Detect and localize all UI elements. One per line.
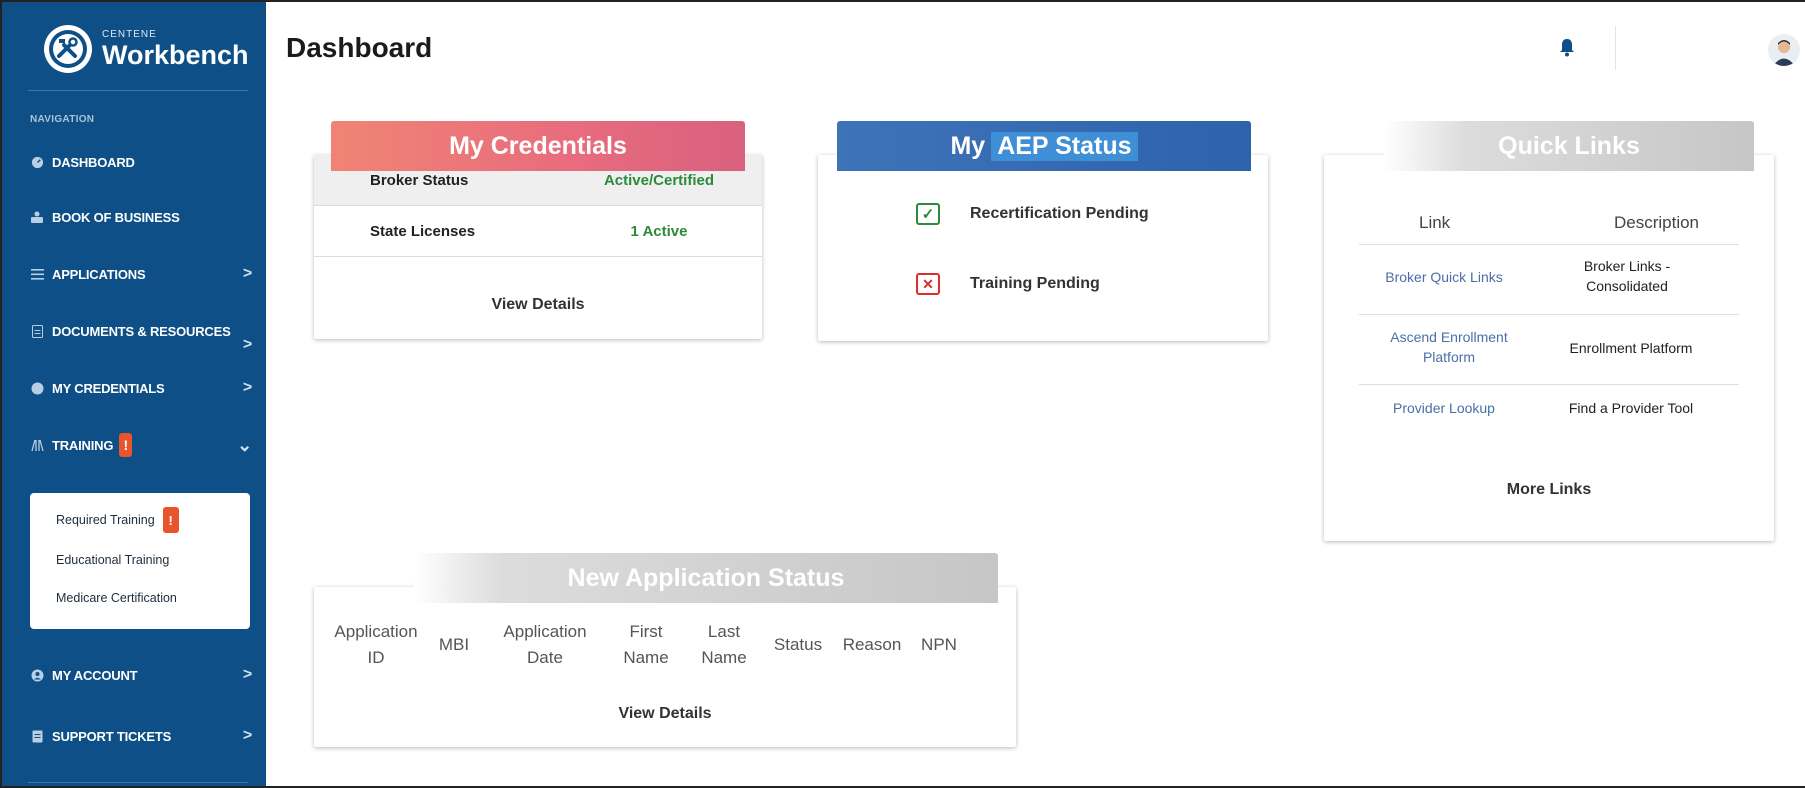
column-header-first-name: First Name	[623, 622, 669, 667]
aep-status-label: Recertification Pending	[970, 205, 1149, 222]
more-links-button[interactable]: More Links	[1324, 481, 1774, 499]
checkbox-checked-icon: ✓	[916, 203, 940, 225]
applications-view-details-button[interactable]: View Details	[314, 705, 1016, 723]
submenu-item-medicare-certification[interactable]: Medicare Certification	[56, 591, 177, 605]
credential-row: State Licenses 1 Active	[314, 206, 762, 256]
submenu-item-required-training[interactable]: Required Training !	[56, 507, 179, 533]
aep-status-item: ✕ Training Pending	[916, 273, 1100, 295]
ticket-icon	[30, 729, 44, 743]
aep-status-item: ✓ Recertification Pending	[916, 203, 1149, 225]
user-circle-icon	[30, 668, 44, 682]
aep-status-label: Training Pending	[970, 275, 1100, 292]
sidebar-item-support-tickets[interactable]: SUPPORT TICKETS >	[30, 721, 252, 751]
sidebar-item-label: MY CREDENTIALS	[52, 380, 165, 396]
column-header-mbi: MBI	[438, 635, 470, 654]
header-divider	[1615, 26, 1616, 70]
sidebar-item-dashboard[interactable]: DASHBOARD	[30, 147, 252, 177]
column-header-link: Link	[1419, 213, 1451, 232]
credentials-card: Broker Status Active/Certified State Lic…	[314, 155, 762, 339]
column-header-status: Status	[773, 635, 823, 654]
sidebar-item-my-credentials[interactable]: MY CREDENTIALS >	[30, 373, 252, 403]
chevron-down-icon: ⌄	[237, 434, 252, 455]
sidebar-item-label: MY ACCOUNT	[52, 667, 138, 683]
sidebar: CENTENE Workbench NAVIGATION DASHBOARD B…	[2, 2, 266, 786]
quick-link-description: Broker Links - Consolidated	[1583, 258, 1671, 294]
workbench-logo-icon	[44, 25, 92, 73]
sidebar-item-book-of-business[interactable]: BOOK OF BUSINESS	[30, 202, 252, 232]
aep-title-highlight: AEP Status	[991, 131, 1138, 161]
chevron-right-icon: >	[242, 727, 252, 744]
list-icon	[30, 267, 44, 281]
avatar[interactable]	[1768, 34, 1800, 66]
brand-company: CENTENE	[102, 28, 157, 40]
sidebar-item-training[interactable]: TRAINING ! ⌄	[30, 430, 252, 460]
divider	[1359, 244, 1739, 245]
submenu-item-label: Educational Training	[56, 553, 170, 567]
alert-badge: !	[119, 433, 133, 457]
aep-status-card-title: My AEP Status	[837, 121, 1251, 171]
alert-badge: !	[162, 507, 179, 533]
quick-link-broker-quick-links[interactable]: Broker Quick Links	[1364, 267, 1524, 287]
quick-links-card-title: Quick Links	[1384, 121, 1754, 171]
badge-icon	[30, 381, 44, 395]
new-application-status-card-title: New Application Status	[414, 553, 998, 603]
column-header-npn: NPN	[921, 635, 957, 654]
sidebar-item-label: DASHBOARD	[52, 154, 135, 170]
chevron-right-icon: >	[242, 336, 252, 353]
brand-logo[interactable]: CENTENE Workbench	[44, 24, 249, 74]
aep-title-prefix: My	[950, 131, 986, 160]
brand-name: Workbench	[102, 39, 249, 70]
submenu-item-label: Medicare Certification	[56, 591, 177, 605]
quick-link-ascend-enrollment-platform[interactable]: Ascend Enrollment Platform	[1364, 327, 1534, 367]
aep-status-card: ✓ Recertification Pending ✕ Training Pen…	[818, 155, 1268, 341]
sidebar-item-my-account[interactable]: MY ACCOUNT >	[30, 660, 252, 690]
new-application-status-card: Application ID MBI Application Date Firs…	[314, 587, 1016, 747]
chevron-right-icon: >	[242, 265, 252, 282]
sidebar-item-label: APPLICATIONS	[52, 266, 146, 282]
credentials-view-details-button[interactable]: View Details	[314, 296, 762, 314]
people-icon	[30, 210, 44, 224]
chevron-right-icon: >	[242, 666, 252, 683]
close-icon: ✕	[916, 273, 940, 295]
page-title: Dashboard	[286, 32, 433, 63]
divider	[28, 782, 248, 783]
sidebar-item-label: DOCUMENTS & RESOURCES	[52, 323, 231, 339]
sidebar-item-label: SUPPORT TICKETS	[52, 728, 172, 744]
credentials-card-title: My Credentials	[331, 121, 745, 171]
quick-link-description: Find a Provider Tool	[1568, 400, 1694, 416]
column-header-application-date: Application Date	[503, 622, 587, 667]
submenu-item-label: Required Training	[56, 513, 155, 527]
book-icon	[30, 438, 44, 452]
sidebar-item-label: TRAINING	[52, 437, 114, 453]
bell-icon[interactable]	[1556, 36, 1578, 58]
credential-label: Broker Status	[370, 171, 469, 189]
quick-link-description: Enrollment Platform	[1569, 340, 1693, 356]
divider	[314, 256, 762, 257]
training-submenu: Required Training ! Educational Training…	[30, 493, 250, 629]
document-icon	[30, 324, 44, 338]
column-header-description: Description	[1613, 213, 1700, 232]
credential-value: Active/Certified	[603, 171, 715, 189]
chevron-right-icon: >	[242, 379, 252, 396]
nav-heading: NAVIGATION	[30, 114, 95, 125]
divider	[1359, 314, 1739, 315]
quick-links-card: Link Description Broker Quick Links Brok…	[1324, 155, 1774, 541]
divider	[28, 90, 248, 91]
column-header-application-id: Application ID	[334, 622, 418, 667]
sidebar-item-label: BOOK OF BUSINESS	[52, 209, 180, 225]
gauge-icon	[30, 155, 44, 169]
quick-link-provider-lookup[interactable]: Provider Lookup	[1364, 398, 1524, 418]
credential-label: State Licenses	[370, 222, 476, 240]
credential-value: 1 Active	[630, 222, 688, 240]
submenu-item-educational-training[interactable]: Educational Training	[56, 553, 169, 567]
divider	[1359, 384, 1739, 385]
column-header-last-name: Last Name	[701, 622, 747, 667]
sidebar-item-documents-resources[interactable]: DOCUMENTS & RESOURCES >	[30, 316, 252, 353]
column-header-reason: Reason	[842, 635, 902, 654]
sidebar-item-applications[interactable]: APPLICATIONS >	[30, 259, 252, 289]
